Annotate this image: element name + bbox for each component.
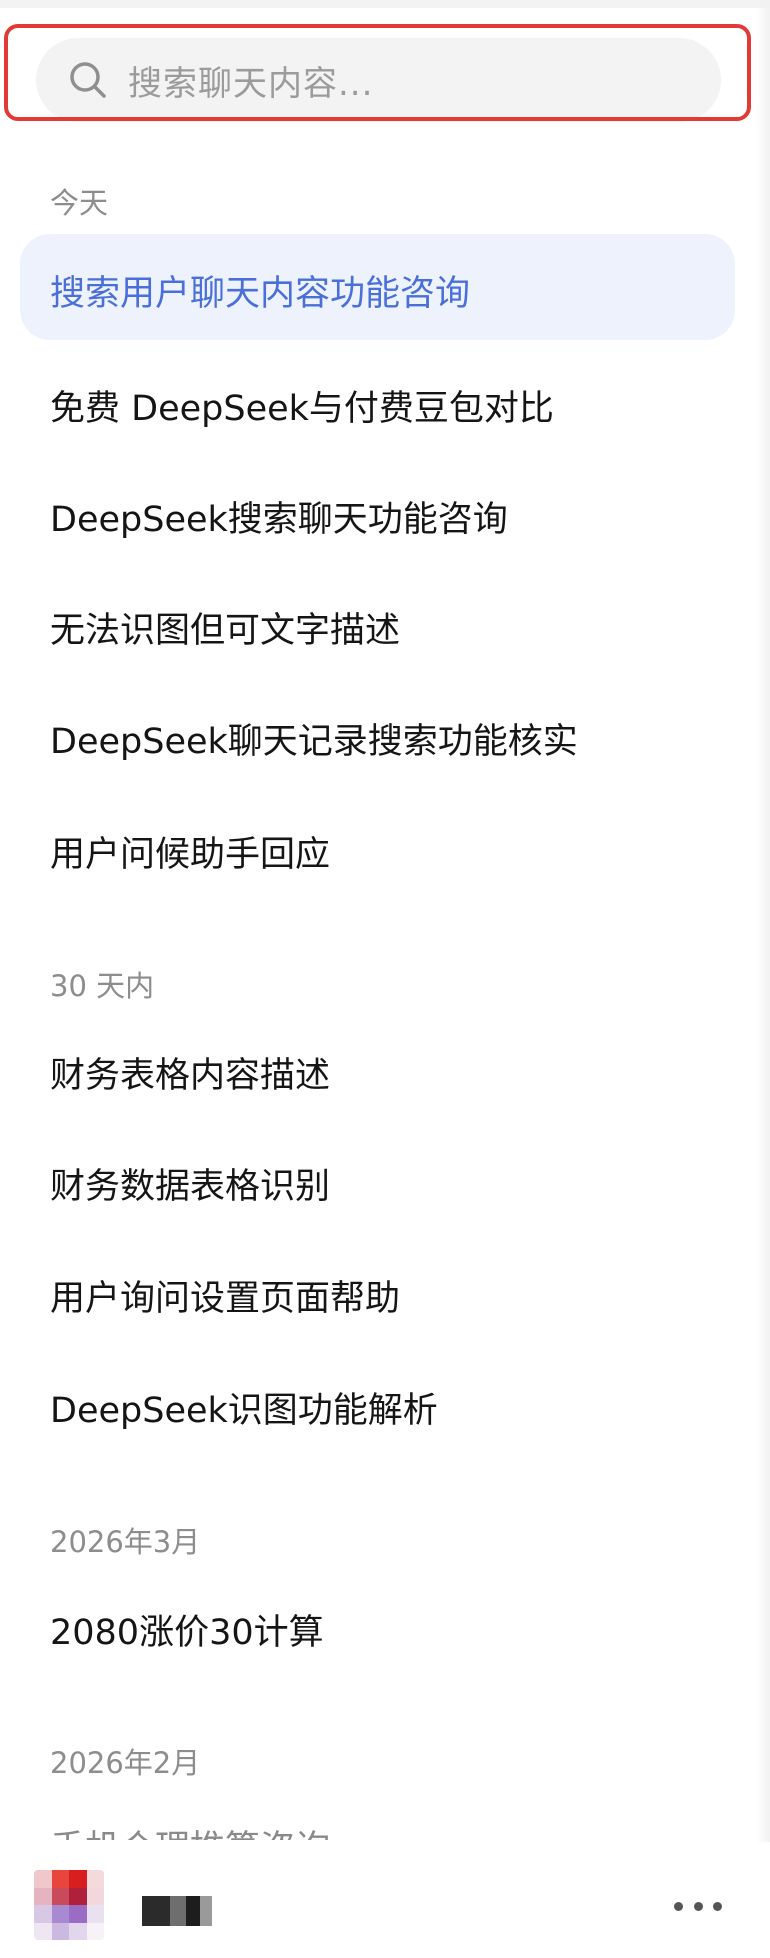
search-highlight-frame — [4, 24, 751, 121]
chat-item-partial[interactable]: 手机合理推算咨询 — [50, 1814, 330, 1840]
chat-item[interactable]: 用户询问设置页面帮助 — [50, 1270, 400, 1321]
chat-item-active[interactable]: 搜索用户聊天内容功能咨询 — [50, 265, 470, 316]
chat-item[interactable]: DeepSeek识图功能解析 — [50, 1382, 438, 1433]
chat-item[interactable]: 2080涨价30计算 — [50, 1604, 324, 1655]
chat-item[interactable]: DeepSeek聊天记录搜索功能核实 — [50, 713, 578, 764]
more-icon[interactable] — [674, 1894, 722, 1918]
section-label-30-days: 30 天内 — [50, 969, 155, 1003]
avatar[interactable] — [34, 1870, 104, 1940]
chat-item[interactable]: 财务数据表格识别 — [50, 1158, 330, 1209]
chat-item[interactable]: 无法识图但可文字描述 — [50, 602, 400, 653]
section-label-2026-03: 2026年3月 — [50, 1525, 201, 1559]
chat-item[interactable]: DeepSeek搜索聊天功能咨询 — [50, 491, 508, 542]
user-bar — [0, 1842, 770, 1958]
chat-item[interactable]: 财务表格内容描述 — [50, 1047, 330, 1098]
top-strip — [0, 0, 770, 8]
chat-item[interactable]: 用户问候助手回应 — [50, 826, 330, 877]
section-label-2026-02: 2026年2月 — [50, 1746, 201, 1780]
chat-item[interactable]: 免费 DeepSeek与付费豆包对比 — [50, 380, 554, 431]
section-label-today: 今天 — [50, 186, 109, 220]
username-redacted — [142, 1896, 212, 1926]
scroll-edge — [756, 0, 770, 1958]
